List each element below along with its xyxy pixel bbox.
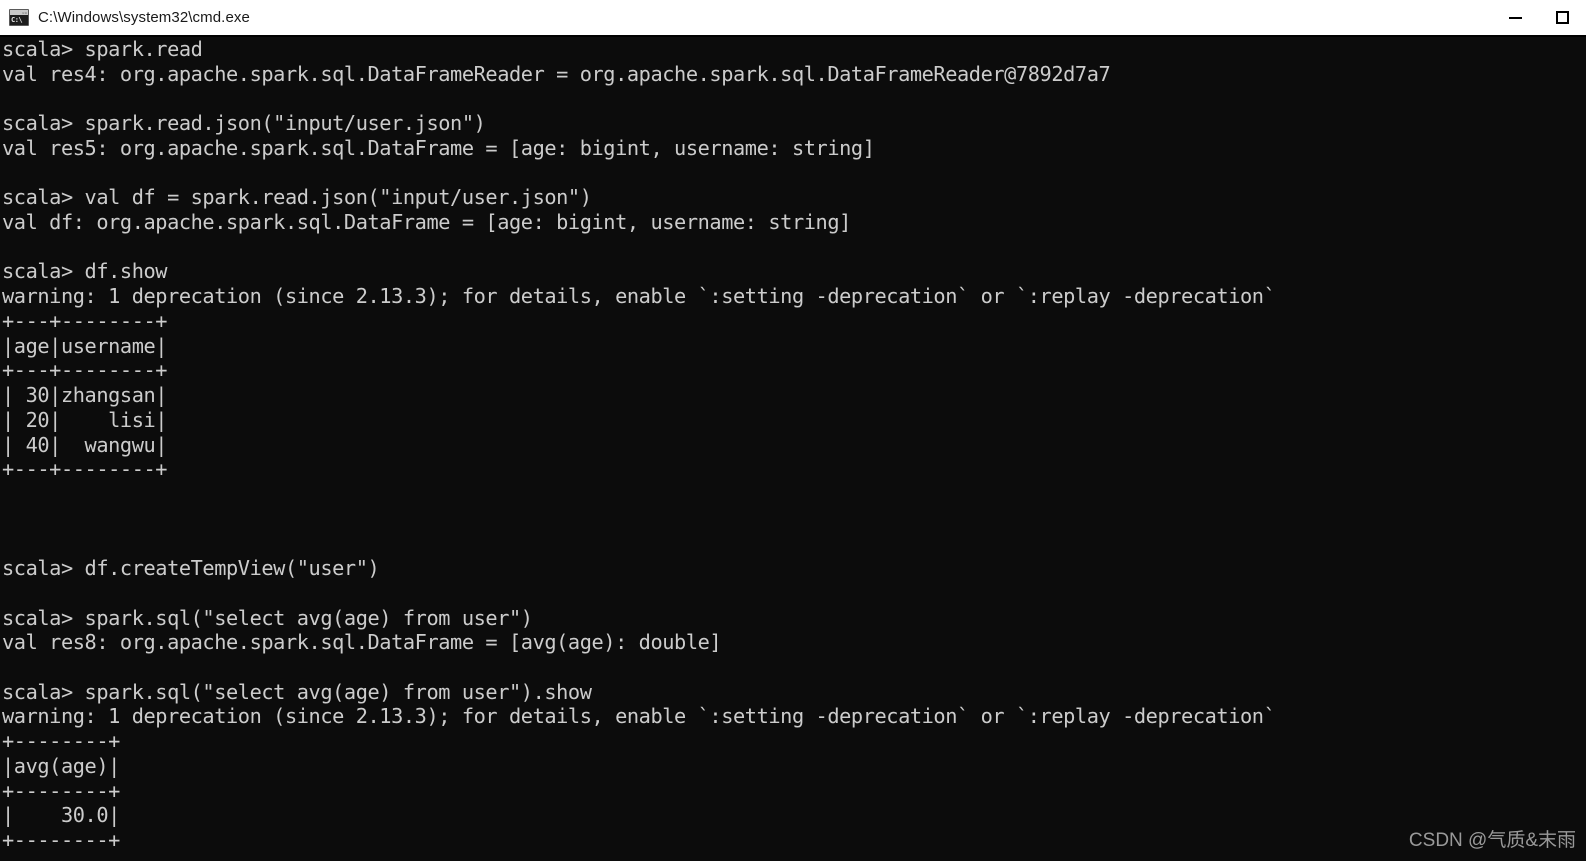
watermark-label: CSDN @气质&末雨 (1408, 830, 1576, 851)
minimize-button[interactable] (1492, 0, 1539, 35)
maximize-button[interactable] (1539, 0, 1586, 35)
cmd-window: ▫▫ C:\ C:\Windows\system32\cmd.exe scala… (0, 0, 1586, 861)
terminal-output-area[interactable]: scala> spark.read val res4: org.apache.s… (0, 37, 1586, 861)
maximize-icon (1556, 11, 1569, 24)
icon-prompt-text: C:\ (11, 16, 23, 24)
console-text: scala> spark.read val res4: org.apache.s… (2, 37, 1276, 852)
minimize-icon (1509, 16, 1522, 19)
window-titlebar[interactable]: ▫▫ C:\ C:\Windows\system32\cmd.exe (0, 0, 1586, 37)
window-controls (1492, 0, 1586, 35)
window-title: C:\Windows\system32\cmd.exe (38, 9, 250, 26)
cmd-console-icon: ▫▫ C:\ (9, 9, 29, 26)
